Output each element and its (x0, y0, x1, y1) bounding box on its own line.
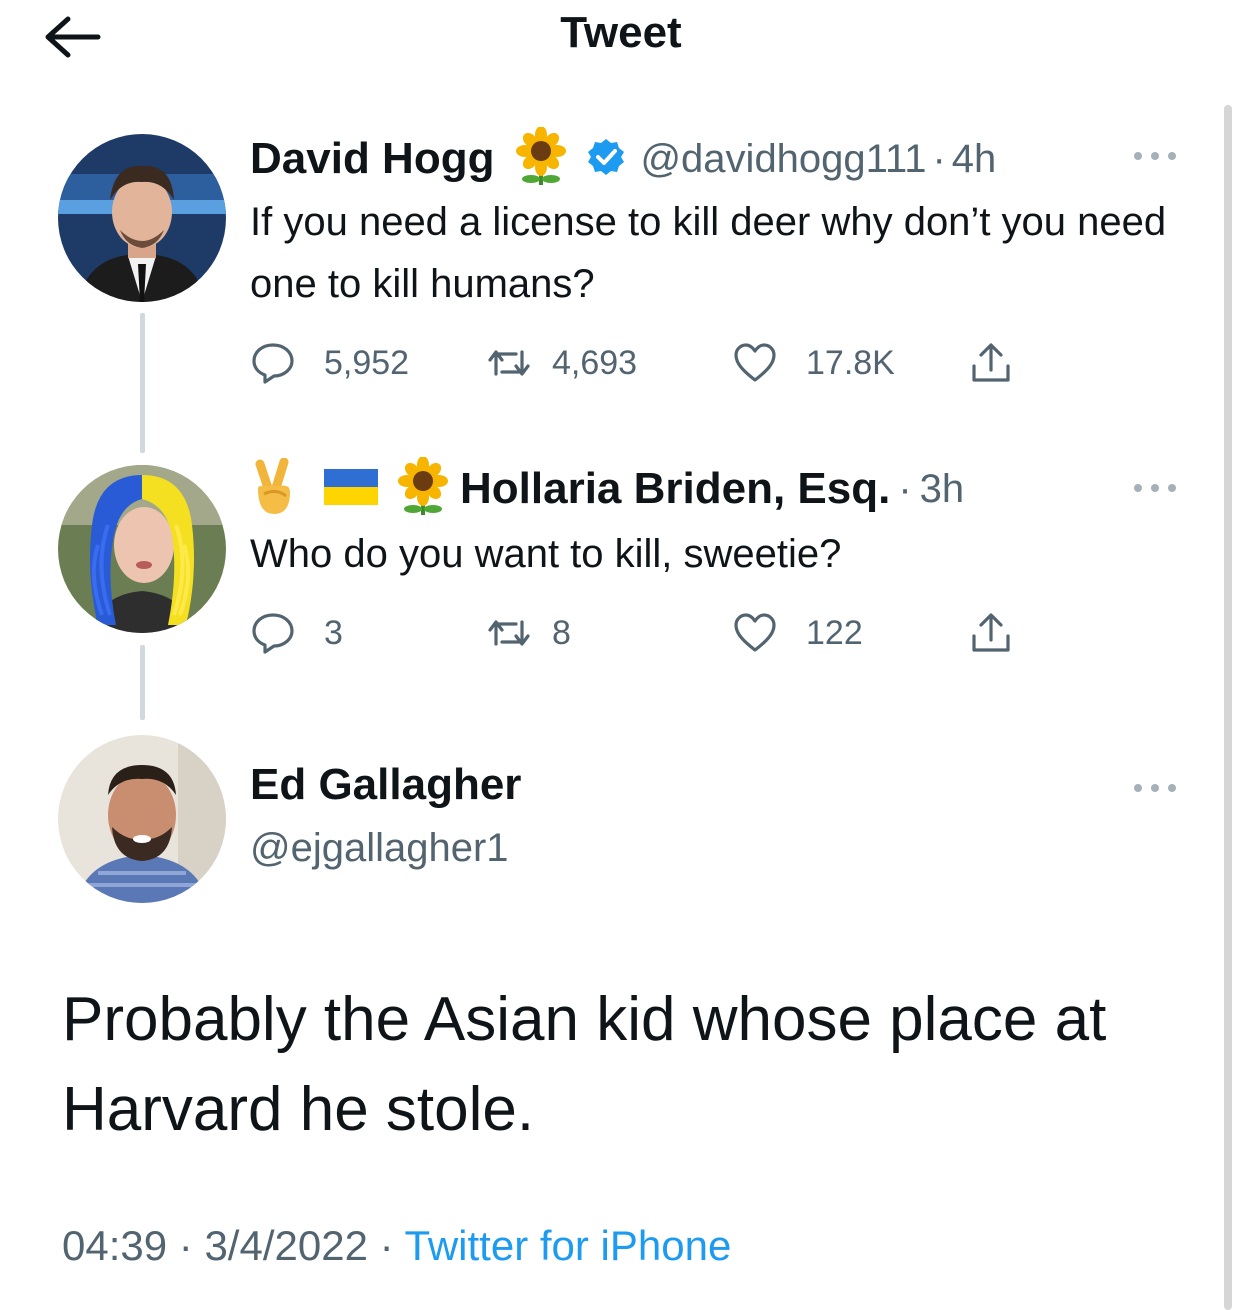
sunflower-icon (396, 455, 450, 522)
handle[interactable]: @ejgallagher1 (250, 826, 509, 871)
share-button[interactable] (968, 340, 1014, 386)
thread-connector (140, 313, 145, 453)
like-count: 122 (806, 613, 863, 652)
main-tweet-text: Probably the Asian kid whose place at Ha… (62, 985, 1107, 1144)
more-options-button[interactable] (1130, 778, 1180, 798)
tweet-header: David Hogg @davidhogg111 · 4h (250, 125, 997, 192)
separator-dot: · (898, 466, 912, 511)
display-name[interactable]: Ed Gallagher (250, 760, 521, 810)
tweet-time: 04:39 (62, 1222, 168, 1269)
avatar-hollaria-briden[interactable] (58, 465, 226, 633)
separator-dot: · (367, 1222, 405, 1269)
share-button[interactable] (968, 610, 1014, 656)
retweet-icon (488, 350, 530, 376)
more-dots-icon (1134, 484, 1176, 492)
tweet-text: Who do you want to kill, sweetie? (250, 532, 842, 576)
verified-badge-icon (586, 137, 626, 182)
tweet-text: If you need a license to kill deer why d… (250, 200, 1167, 306)
retweet-button[interactable]: 4,693 (486, 340, 637, 386)
author-handle-row: @ejgallagher1 (250, 826, 509, 871)
reply-icon (252, 613, 294, 654)
reply-count: 3 (324, 613, 343, 652)
retweet-count: 4,693 (552, 343, 638, 382)
victory-hand-icon (250, 457, 296, 521)
display-name[interactable]: Hollaria Briden, Esq. (460, 464, 890, 514)
tweet-date: 3/4/2022 (204, 1222, 368, 1269)
like-button[interactable]: 17.8K (732, 340, 895, 386)
more-dots-icon (1134, 152, 1176, 160)
page-title: Tweet (560, 8, 682, 57)
more-dots-icon (1134, 784, 1176, 792)
tweet-header: Hollaria Briden, Esq. · 3h (250, 455, 965, 522)
reply-button[interactable]: 5,952 (250, 340, 409, 386)
avatar-david-hogg[interactable] (58, 134, 226, 302)
share-icon (972, 613, 1010, 652)
like-button[interactable]: 122 (732, 610, 863, 656)
more-options-button[interactable] (1130, 478, 1180, 498)
like-count: 17.8K (806, 343, 895, 382)
timestamp[interactable]: 4h (952, 137, 997, 182)
scrollbar[interactable] (1224, 105, 1232, 1310)
tweet-metadata: 04:39 · 3/4/2022 · Twitter for iPhone (62, 1222, 731, 1270)
reply-button[interactable]: 3 (250, 610, 343, 656)
heart-icon (734, 613, 776, 652)
share-icon (972, 343, 1010, 382)
thread-connector (140, 645, 145, 720)
separator-dot: · (167, 1222, 205, 1269)
avatar-ed-gallagher[interactable] (58, 735, 226, 903)
retweet-button[interactable]: 8 (486, 610, 571, 656)
more-options-button[interactable] (1130, 146, 1180, 166)
reply-icon (252, 343, 294, 384)
handle[interactable]: @davidhogg111 (640, 137, 926, 182)
retweet-icon (488, 620, 530, 646)
timestamp[interactable]: 3h (920, 467, 965, 512)
top-bar: Tweet (0, 0, 1242, 80)
retweet-count: 8 (552, 613, 571, 652)
tweet-source-link[interactable]: Twitter for iPhone (405, 1222, 732, 1269)
heart-icon (734, 343, 776, 382)
reply-count: 5,952 (324, 343, 410, 382)
sunflower-icon (514, 125, 568, 192)
ukraine-flag-icon (324, 467, 378, 512)
author-name-row: Ed Gallagher (250, 760, 521, 810)
display-name[interactable]: David Hogg (250, 134, 494, 184)
separator-dot: · (932, 136, 946, 181)
